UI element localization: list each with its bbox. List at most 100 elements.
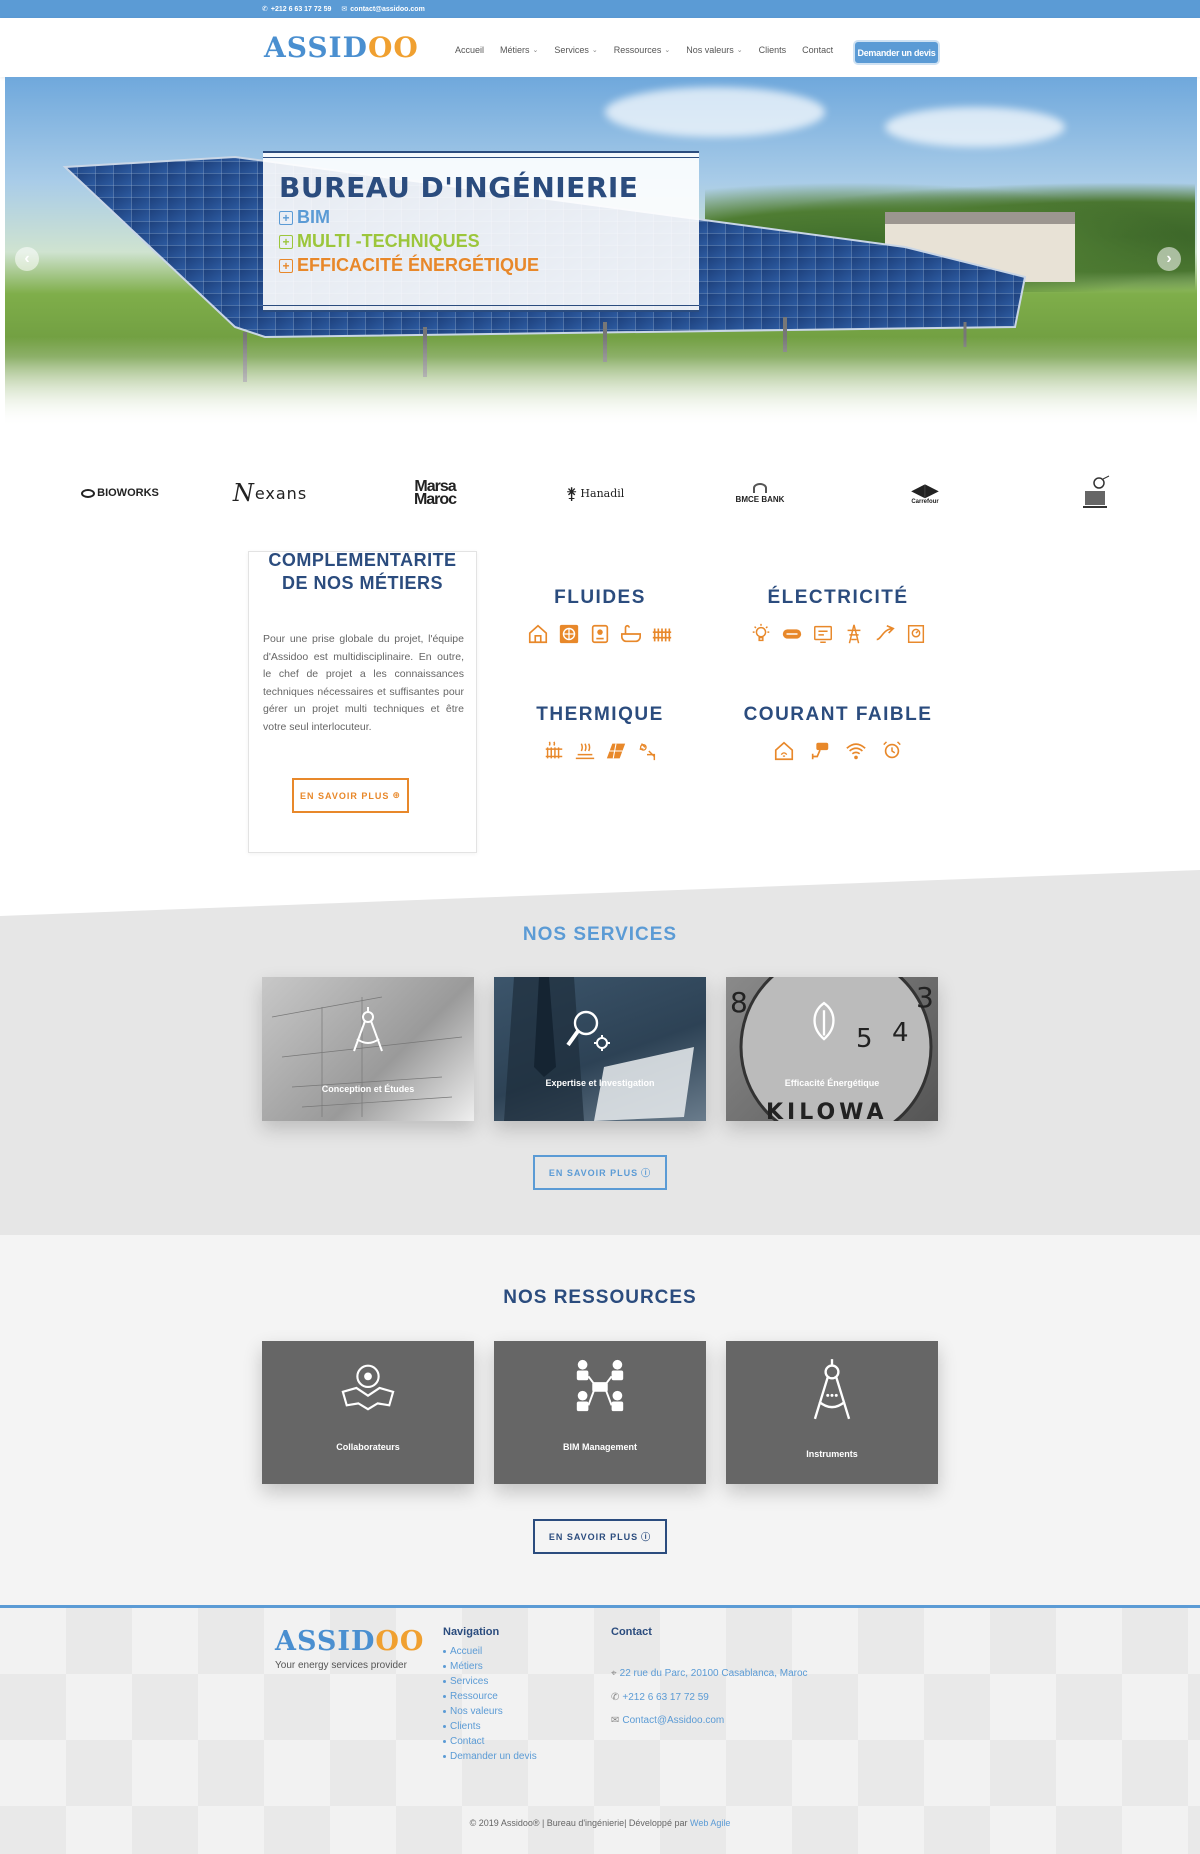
email-info[interactable]: ✉ contact@assidoo.com	[341, 5, 425, 14]
resource-card-collaborateurs[interactable]: Collaborateurs	[262, 1341, 474, 1484]
topbar-phone[interactable]: +212 6 63 17 72 59	[271, 6, 332, 13]
clock-digit: 3	[916, 981, 934, 1014]
resource-label: Collaborateurs	[336, 1442, 400, 1452]
services-learn-more-button[interactable]: EN SAVOIR PLUS ⓘ	[533, 1155, 667, 1190]
service-card-expertise[interactable]: Expertise et Investigation	[494, 977, 706, 1121]
footer-link-services[interactable]: Services	[443, 1676, 537, 1687]
footer-address: ⌖ 22 rue du Parc, 20100 Casablanca, Maroc	[611, 1668, 808, 1679]
nav-label: Services	[554, 45, 589, 55]
footer-logo[interactable]: ASSIDOO	[275, 1626, 424, 1657]
link-label: Métiers	[450, 1661, 483, 1672]
metiers-card: COMPLÉMENTARITÉ DE NOS MÉTIERS Pour une …	[248, 551, 477, 853]
info-circle-icon: ⓘ	[641, 1168, 652, 1178]
snow-icon	[639, 743, 655, 761]
service-label: Efficacité Énergétique	[784, 1078, 880, 1088]
service-card-conception[interactable]: Conception et Études	[262, 977, 474, 1121]
metier-fluides[interactable]: FLUIDES	[480, 587, 720, 645]
hero-caption-box: BUREAU D'INGÉNIERIE + BIM + MULTI -TECHNIQ…	[263, 151, 699, 312]
metier-name: COURANT FAIBLE	[743, 704, 933, 725]
logo-accent: OO	[367, 31, 419, 64]
client-logo-nexans: Nexans	[225, 468, 315, 518]
metiers-learn-more-button[interactable]: EN SAVOIR PLUS ⊕	[292, 778, 409, 813]
footer-email[interactable]: ✉ Contact@Assidoo.com	[611, 1715, 724, 1726]
plus-square-icon: +	[279, 258, 293, 273]
client-logos: BIOWORKS Nexans Marsa Maroc ⚵ Hanadil BMCE…	[0, 468, 1200, 518]
nav-nos-valeurs[interactable]: Nos valeurs ⌄	[686, 45, 742, 55]
footer-link-ressource[interactable]: Ressource	[443, 1691, 537, 1702]
email-text: Contact@Assidoo.com	[622, 1715, 725, 1726]
nav-label: Accueil	[455, 45, 485, 55]
map-pin-icon: ⌖	[611, 1668, 617, 1679]
nexans-n-icon: N	[232, 479, 255, 507]
address-text: 22 rue du Parc, 20100 Casablanca, Maroc	[619, 1668, 808, 1679]
copyright-text: © 2019 Assidoo® | Bureau d'ingénierie| D…	[469, 1818, 688, 1828]
resources-learn-more-button[interactable]: EN SAVOIR PLUS ⓘ	[533, 1519, 667, 1554]
bulb-icon	[752, 623, 769, 642]
footer-link-devis[interactable]: Demander un devis	[443, 1751, 537, 1762]
hanadil-mark-icon: ⚵	[565, 483, 578, 503]
client-logo-mascot	[1075, 468, 1115, 518]
phone-info[interactable]: ✆ +212 6 63 17 72 59	[262, 5, 332, 14]
nav-accueil[interactable]: Accueil	[455, 45, 484, 55]
hero-fade	[5, 337, 1197, 427]
compass-icon	[353, 1007, 383, 1052]
hero-line-bim: + BIM	[279, 207, 683, 228]
footer-link-contact[interactable]: Contact	[443, 1736, 537, 1747]
footer-link-metiers[interactable]: Métiers	[443, 1661, 537, 1672]
nav-services[interactable]: Services ⌄	[554, 45, 597, 55]
metiers-card-title-bottom: DE NOS MÉTIERS	[281, 573, 444, 593]
slider-next-button[interactable]: ›	[1157, 247, 1181, 271]
site-logo[interactable]: ASSIDOO	[264, 31, 419, 64]
compass-icon	[813, 1359, 851, 1420]
footer-contact-title: Contact	[611, 1626, 652, 1638]
leaf-icon	[813, 1001, 835, 1041]
boiler-icon	[591, 624, 609, 644]
metier-electricite[interactable]: ÉLECTRICITÉ	[718, 587, 958, 645]
link-label: Services	[450, 1676, 489, 1687]
client-name: Maroc	[413, 491, 457, 508]
slider-prev-button[interactable]: ‹	[15, 247, 39, 271]
hero-line-label: BIM	[297, 207, 330, 227]
footer-link-accueil[interactable]: Accueil	[443, 1646, 537, 1657]
cable-icon	[782, 629, 801, 639]
nav-ressources[interactable]: Ressources ⌄	[614, 45, 670, 55]
chevron-down-icon: ⌄	[664, 47, 671, 54]
plus-square-icon: +	[279, 234, 293, 249]
nav-label: Clients	[758, 45, 787, 55]
metier-courant-faible[interactable]: COURANT FAIBLE	[718, 704, 958, 762]
footer-link-nos-valeurs[interactable]: Nos valeurs	[443, 1706, 537, 1717]
metier-icons	[718, 740, 958, 762]
phone-text: +212 6 63 17 72 59	[622, 1692, 709, 1703]
client-name: Carrefour	[911, 499, 939, 505]
nav-label: Ressources	[613, 45, 662, 55]
bioworks-mark-icon	[81, 488, 96, 498]
clock-digit: 5	[856, 1024, 873, 1054]
info-circle-icon: ⓘ	[641, 1532, 652, 1542]
topbar-email[interactable]: contact@assidoo.com	[350, 6, 425, 13]
client-logo-bioworks: BIOWORKS	[60, 468, 180, 518]
link-label: Nos valeurs	[450, 1706, 503, 1717]
nav-metiers[interactable]: Métiers ⌄	[500, 45, 538, 55]
metier-icons	[480, 623, 720, 645]
phone-icon: ✆	[262, 6, 268, 13]
request-quote-button[interactable]: Demander un devis	[855, 42, 938, 63]
resource-label: BIM Management	[562, 1442, 637, 1452]
fan-icon	[559, 624, 579, 644]
developer-link[interactable]: Web Agile	[690, 1818, 730, 1828]
nav-clients[interactable]: Clients	[759, 45, 787, 55]
footer-phone[interactable]: ✆ +212 6 63 17 72 59	[611, 1692, 709, 1703]
service-card-efficacite[interactable]: 8 3 5 4 KILOWA Efficacité Énergétique	[726, 977, 938, 1121]
resource-card-instruments[interactable]: Instruments	[726, 1341, 938, 1484]
footer-nav-title: Navigation	[443, 1626, 500, 1638]
bathtub-icon	[621, 624, 641, 643]
metiers-card-text: Pour une prise globale du projet, l'équi…	[263, 633, 464, 733]
logo-text: ASSID	[264, 31, 368, 64]
hero-title: BUREAU D'INGÉNIERIE	[279, 171, 639, 204]
divider	[263, 305, 699, 306]
metier-name: ÉLECTRICITÉ	[767, 587, 909, 608]
footer-link-clients[interactable]: Clients	[443, 1721, 537, 1732]
resources-title: NOS RESSOURCES	[503, 1287, 697, 1308]
resource-card-bim-management[interactable]: BIM Management	[494, 1341, 706, 1484]
metier-thermique[interactable]: THERMIQUE	[480, 704, 720, 762]
nav-contact[interactable]: Contact	[802, 45, 833, 55]
